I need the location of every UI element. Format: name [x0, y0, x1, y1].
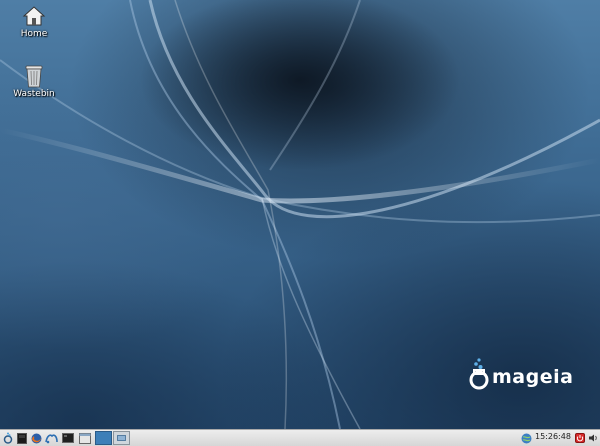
- start-menu-button[interactable]: [2, 431, 14, 445]
- power-tray-button[interactable]: [574, 431, 585, 445]
- terminal-launcher[interactable]: [16, 431, 28, 445]
- power-icon: [574, 433, 585, 443]
- console-launcher[interactable]: [61, 431, 75, 445]
- wallpaper-waves: [0, 0, 600, 429]
- desktop-wallpaper[interactable]: Home Wastebin mageia: [0, 0, 600, 429]
- desktop-icon-home[interactable]: Home: [6, 4, 62, 39]
- window-preview-icon: [117, 435, 126, 441]
- desktop-icon-wastebin[interactable]: Wastebin: [6, 62, 62, 99]
- mageia-logo-text: mageia: [492, 366, 574, 388]
- workspace-2-button[interactable]: [113, 431, 130, 445]
- volume-icon: [588, 434, 597, 442]
- mageia-logo-mark: [469, 358, 489, 390]
- network-icon: [521, 433, 531, 443]
- file-manager-icon: [79, 432, 91, 444]
- workspace-1-button[interactable]: [95, 431, 112, 445]
- home-icon: [22, 6, 46, 26]
- desktop-icon-label: Home: [20, 29, 48, 39]
- terminal-icon: [17, 432, 27, 444]
- firefox-launcher[interactable]: [30, 431, 42, 445]
- firefox-icon: [31, 433, 41, 443]
- mail-icon: [44, 433, 58, 443]
- mail-launcher[interactable]: [44, 431, 58, 445]
- volume-tray-button[interactable]: [587, 431, 598, 445]
- desktop-icon-label: Wastebin: [13, 89, 55, 99]
- network-tray-button[interactable]: [520, 431, 532, 445]
- file-manager-launcher[interactable]: [78, 431, 92, 445]
- console-icon: [62, 433, 74, 443]
- start-menu-icon: [3, 432, 13, 444]
- taskbar: 15:26:48: [0, 429, 600, 446]
- clock[interactable]: 15:26:48: [535, 432, 571, 441]
- trash-icon: [25, 65, 43, 88]
